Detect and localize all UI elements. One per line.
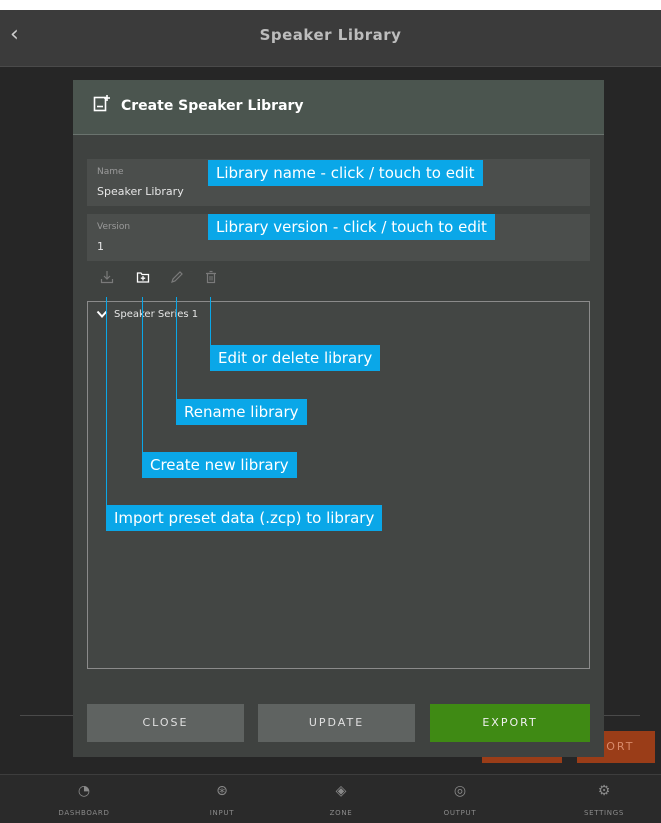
edit-delete-callout: Edit or delete library bbox=[210, 345, 381, 371]
name-field-value[interactable]: Speaker Library bbox=[97, 185, 184, 198]
nav-label: ZONE bbox=[329, 809, 353, 817]
import-callout: Import preset data (.zcp) to library bbox=[106, 505, 383, 531]
version-field-label: Version bbox=[97, 222, 131, 232]
trash-icon[interactable] bbox=[201, 270, 221, 288]
bottom-nav: ◔ DASHBOARD ⊛ INPUT ◈ ZONE ◎ OUTPUT ⚙ SE… bbox=[0, 774, 661, 823]
update-button[interactable]: UPDATE bbox=[258, 704, 415, 742]
output-icon: ◎ bbox=[453, 783, 467, 799]
import-leader bbox=[106, 297, 107, 521]
page-title: Speaker Library bbox=[259, 26, 402, 44]
new-folder-icon[interactable] bbox=[133, 270, 153, 288]
nav-dashboard[interactable]: ◔ DASHBOARD bbox=[34, 783, 134, 817]
name-field-label: Name bbox=[97, 167, 124, 177]
nav-input[interactable]: ⊛ INPUT bbox=[172, 783, 272, 817]
export-button[interactable]: EXPORT bbox=[430, 704, 590, 742]
nav-label: DASHBOARD bbox=[58, 809, 110, 817]
modal-title: Create Speaker Library bbox=[121, 98, 304, 114]
nav-output[interactable]: ◎ OUTPUT bbox=[410, 783, 510, 817]
nav-zone[interactable]: ◈ ZONE bbox=[291, 783, 391, 817]
nav-label: SETTINGS bbox=[583, 809, 625, 817]
top-bar: ‹ Speaker Library bbox=[0, 10, 661, 67]
nav-label: INPUT bbox=[209, 809, 235, 817]
app-screen: ‹ Speaker Library PORT ◔ DASHBOARD ⊛ INP… bbox=[0, 10, 661, 823]
rename-leader bbox=[176, 297, 177, 411]
create-callout: Create new library bbox=[142, 452, 297, 478]
zone-icon: ◈ bbox=[335, 783, 347, 799]
add-library-icon bbox=[93, 94, 111, 117]
rename-callout: Rename library bbox=[176, 399, 307, 425]
pencil-icon[interactable] bbox=[167, 270, 187, 288]
version-callout: Library version - click / touch to edit bbox=[208, 214, 495, 240]
input-icon: ⊛ bbox=[216, 783, 228, 799]
dashboard-icon: ◔ bbox=[77, 783, 91, 799]
nav-label: OUTPUT bbox=[443, 809, 477, 817]
import-icon[interactable] bbox=[97, 270, 117, 288]
modal-header: Create Speaker Library bbox=[73, 80, 604, 135]
close-button[interactable]: CLOSE bbox=[87, 704, 244, 742]
name-callout: Library name - click / touch to edit bbox=[208, 160, 483, 186]
create-leader bbox=[142, 297, 143, 462]
tree-item-label[interactable]: Speaker Series 1 bbox=[114, 309, 198, 320]
version-field-value[interactable]: 1 bbox=[97, 240, 104, 253]
nav-settings[interactable]: ⚙ SETTINGS bbox=[554, 783, 654, 817]
settings-icon: ⚙ bbox=[597, 783, 611, 799]
